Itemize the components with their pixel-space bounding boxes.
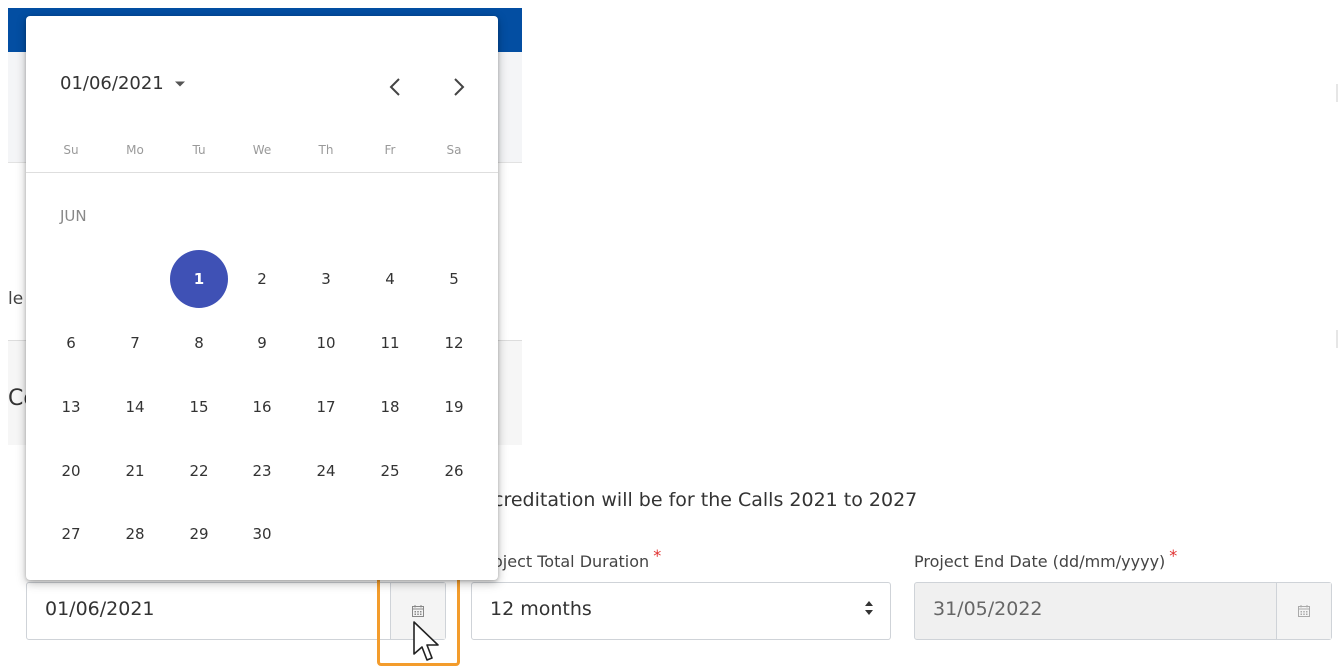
day-cell[interactable]: 29: [170, 505, 228, 563]
day-cell[interactable]: 11: [361, 314, 419, 372]
duration-label-text: oject Total Duration: [493, 552, 650, 571]
caret-down-icon: [174, 81, 185, 86]
day-cell[interactable]: 26: [425, 442, 483, 500]
end-date-input: 31/05/2022: [914, 582, 1332, 640]
day-cell[interactable]: 18: [361, 378, 419, 436]
day-cell[interactable]: 19: [425, 378, 483, 436]
day-cell[interactable]: 23: [233, 442, 291, 500]
day-cell[interactable]: 15: [170, 378, 228, 436]
chevron-left-icon: [389, 78, 400, 96]
day-cell[interactable]: 22: [170, 442, 228, 500]
weekday-sa: Sa: [446, 143, 462, 157]
weekday-tu: Tu: [192, 143, 206, 157]
duration-value: 12 months: [490, 598, 592, 620]
weekday-su: Su: [63, 143, 79, 157]
duration-label: oject Total Duration *: [493, 546, 661, 571]
day-cell[interactable]: 9: [233, 314, 291, 372]
day-cell[interactable]: 8: [170, 314, 228, 372]
weekday-mo: Mo: [126, 143, 144, 157]
calendar-icon: [1298, 605, 1310, 617]
day-cell[interactable]: 3: [297, 250, 355, 308]
chevron-right-icon: [454, 78, 465, 96]
day-cell[interactable]: 14: [106, 378, 164, 436]
datepicker-header-toggle[interactable]: 01/06/2021: [60, 73, 186, 94]
weekday-fr: Fr: [384, 143, 396, 157]
day-cell[interactable]: 12: [425, 314, 483, 372]
prev-month-button[interactable]: [380, 72, 410, 102]
day-cell[interactable]: 17: [297, 378, 355, 436]
weekday-th: Th: [318, 143, 334, 157]
day-cell-selected[interactable]: 1: [170, 250, 228, 308]
end-date-value: 31/05/2022: [933, 598, 1043, 620]
day-cell[interactable]: 25: [361, 442, 419, 500]
day-cell[interactable]: 20: [42, 442, 100, 500]
next-month-button[interactable]: [444, 72, 474, 102]
required-mark: *: [1169, 546, 1178, 565]
background-edge: [1336, 330, 1338, 348]
day-cell[interactable]: 28: [106, 505, 164, 563]
day-cell[interactable]: 4: [361, 250, 419, 308]
day-cell[interactable]: 10: [297, 314, 355, 372]
start-date-value: 01/06/2021: [45, 598, 155, 620]
day-cell[interactable]: 27: [42, 505, 100, 563]
day-cell[interactable]: 7: [106, 314, 164, 372]
background-edge: [1336, 84, 1338, 102]
weekday-we: We: [252, 143, 272, 157]
datepicker-header-value: 01/06/2021: [60, 73, 164, 94]
day-cell[interactable]: 5: [425, 250, 483, 308]
day-cell[interactable]: 30: [233, 505, 291, 563]
day-cell[interactable]: 21: [106, 442, 164, 500]
background-text-fragment: le: [8, 289, 24, 309]
end-date-calendar-button: [1276, 583, 1331, 639]
day-cell[interactable]: 13: [42, 378, 100, 436]
duration-select[interactable]: 12 months: [471, 582, 891, 640]
accreditation-note: creditation will be for the Calls 2021 t…: [493, 489, 918, 511]
end-date-label: Project End Date (dd/mm/yyyy) *: [914, 546, 1177, 571]
month-label: JUN: [60, 207, 87, 225]
mouse-cursor-icon: [413, 621, 439, 661]
datepicker-divider: [26, 172, 498, 173]
select-arrows-icon: [865, 601, 873, 615]
day-cell[interactable]: 6: [42, 314, 100, 372]
required-mark: *: [653, 546, 662, 565]
day-cell[interactable]: 2: [233, 250, 291, 308]
end-date-label-text: Project End Date (dd/mm/yyyy): [914, 552, 1166, 571]
datepicker-popup: 01/06/2021 Su Mo Tu We Th Fr Sa JUN 1234567891…: [26, 16, 498, 580]
day-cell[interactable]: 24: [297, 442, 355, 500]
day-cell[interactable]: 16: [233, 378, 291, 436]
